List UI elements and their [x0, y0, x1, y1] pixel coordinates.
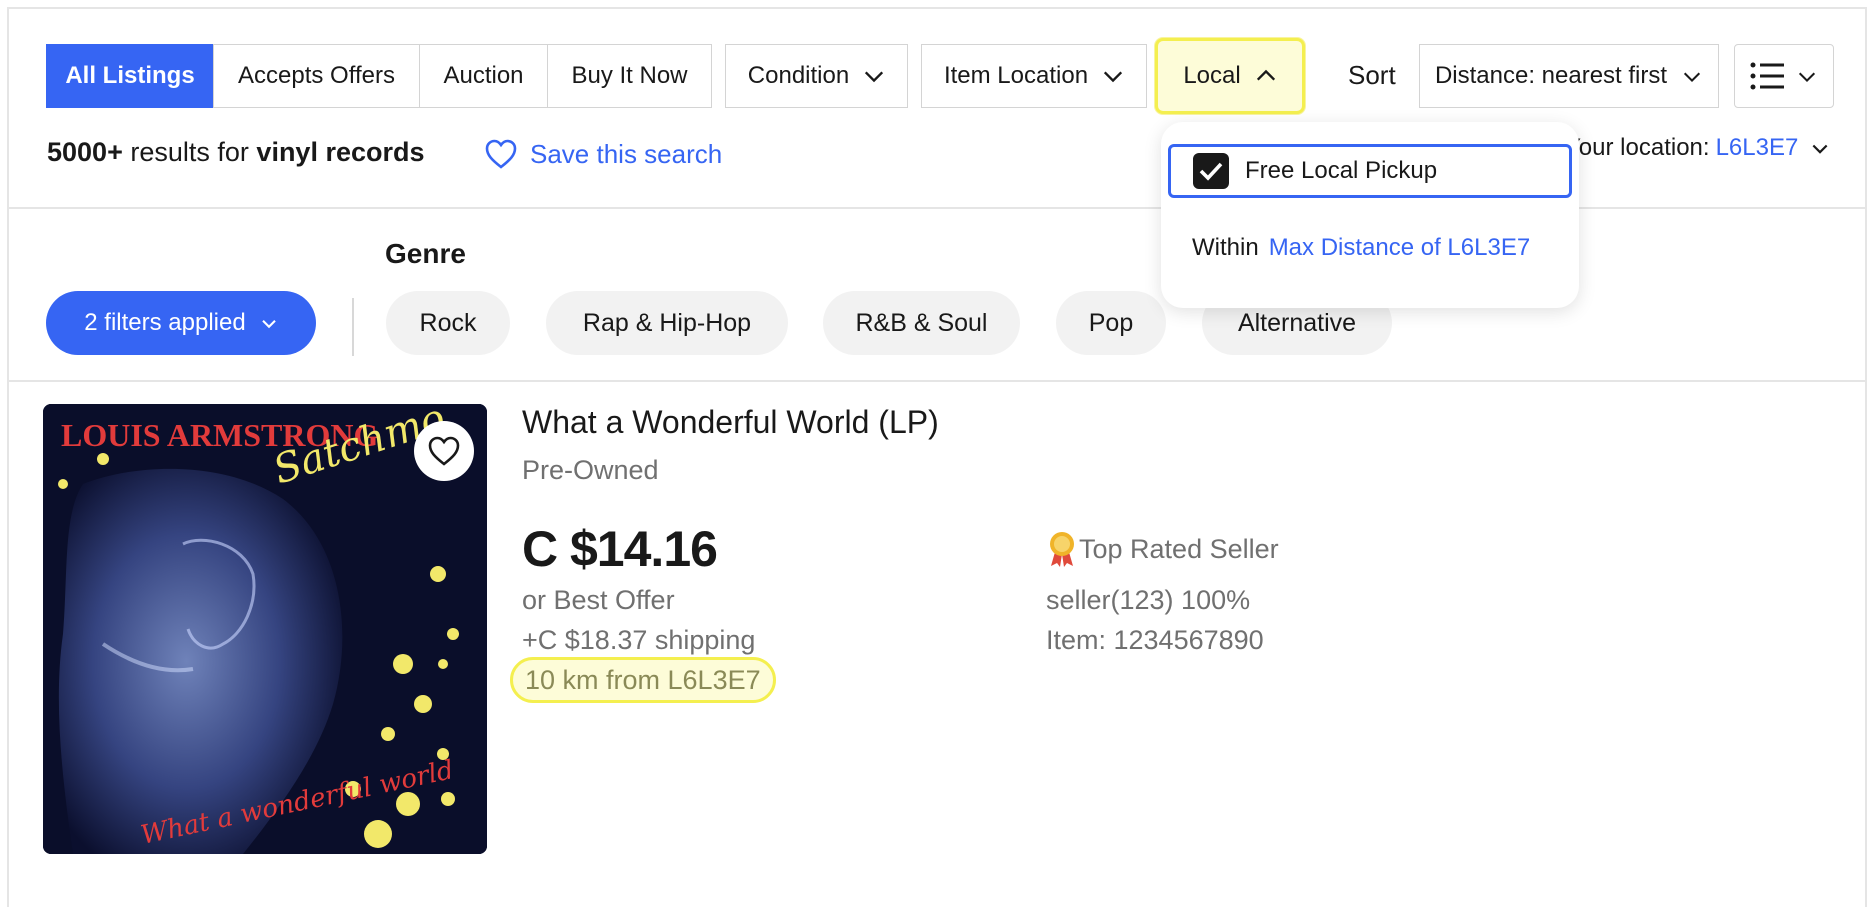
tab-label: All Listings	[65, 62, 195, 89]
your-location-code[interactable]: L6L3E7	[1716, 134, 1799, 162]
listing-title[interactable]: What a Wonderful World (LP)	[522, 404, 939, 441]
local-dropdown-panel: Free Local Pickup Within Max Distance of…	[1161, 122, 1579, 308]
list-view-icon	[1750, 62, 1784, 90]
chip-label: Alternative	[1237, 308, 1357, 337]
divider	[352, 298, 354, 356]
listing-price: C $14.16	[522, 521, 718, 577]
tab-accepts-offers[interactable]: Accepts Offers	[213, 44, 420, 108]
genre-chip-rap-hip-hop[interactable]: Rap & Hip-Hop	[546, 291, 788, 355]
within-label: Within	[1192, 234, 1259, 261]
results-summary: 5000+ results for vinyl records	[47, 137, 425, 168]
local-dropdown[interactable]: Local	[1155, 38, 1305, 114]
tab-auction[interactable]: Auction	[419, 44, 548, 108]
watch-button[interactable]	[414, 421, 474, 481]
your-location[interactable]: Your location: L6L3E7	[1565, 134, 1830, 162]
local-label: Local	[1183, 62, 1241, 89]
sort-value: Distance: nearest first	[1434, 62, 1668, 89]
pickup-checkbox[interactable]	[1193, 153, 1229, 189]
album-cover-image[interactable]: LOUIS ARMSTRONG Satchmo What a wonderful…	[43, 404, 487, 854]
genre-chip-pop[interactable]: Pop	[1056, 291, 1166, 355]
chip-label: Rock	[419, 308, 477, 337]
filters-applied-label: 2 filters applied	[84, 309, 246, 336]
tab-label: Accepts Offers	[238, 62, 395, 89]
filters-applied-button[interactable]: 2 filters applied	[46, 291, 316, 355]
condition-label: Condition	[747, 62, 850, 89]
results-query: vinyl records	[256, 137, 425, 167]
results-connector: results for	[130, 137, 249, 167]
top-rated-badge-icon	[1050, 532, 1074, 567]
chevron-down-icon	[1812, 144, 1828, 154]
sort-dropdown[interactable]: Distance: nearest first	[1419, 44, 1719, 108]
genre-chip-rock[interactable]: Rock	[386, 291, 510, 355]
max-distance-link[interactable]: Max Distance of L6L3E7	[1269, 234, 1530, 262]
tab-label: Auction	[443, 62, 524, 89]
listing-condition: Pre-Owned	[522, 455, 659, 485]
genre-chip-rnb-soul[interactable]: R&B & Soul	[823, 291, 1020, 355]
item-location-label: Item Location	[943, 62, 1089, 89]
best-offer-text: or Best Offer	[522, 585, 675, 615]
view-toggle-dropdown[interactable]	[1734, 44, 1834, 108]
item-location-dropdown[interactable]: Item Location	[921, 44, 1147, 108]
top-rated-seller: Top Rated Seller	[1045, 530, 1279, 568]
chevron-up-icon	[1256, 69, 1275, 81]
pickup-label: Free Local Pickup	[1245, 157, 1438, 184]
heart-icon	[428, 436, 460, 466]
checkmark-icon	[1199, 162, 1223, 181]
shipping-cost: +C $18.37 shipping	[522, 625, 756, 655]
heart-icon	[485, 139, 517, 169]
album-art: LOUIS ARMSTRONG Satchmo What a wonderful…	[43, 404, 487, 854]
divider	[9, 207, 1867, 209]
chevron-down-icon	[865, 71, 884, 83]
genre-heading: Genre	[385, 238, 466, 269]
tab-all-listings[interactable]: All Listings	[46, 44, 214, 108]
seller-info: seller(123) 100%	[1046, 585, 1251, 615]
save-search-label: Save this search	[530, 138, 723, 169]
chevron-down-icon	[261, 320, 276, 329]
distance-badge: 10 km from L6L3E7	[510, 657, 776, 703]
your-location-label: Your location:	[1565, 134, 1710, 161]
tab-label: Buy It Now	[571, 62, 688, 89]
distance-text: 10 km from L6L3E7	[525, 664, 761, 695]
chevron-down-icon	[1798, 72, 1816, 83]
save-search-link[interactable]: Save this search	[484, 138, 722, 170]
item-number: Item: 1234567890	[1046, 625, 1264, 655]
sort-label: Sort	[1348, 60, 1396, 90]
divider	[9, 380, 1867, 382]
chip-label: Pop	[1088, 308, 1134, 337]
tab-buy-it-now[interactable]: Buy It Now	[547, 44, 712, 108]
chip-label: Rap & Hip-Hop	[582, 308, 752, 337]
chevron-down-icon	[1103, 71, 1123, 83]
free-local-pickup-option[interactable]: Free Local Pickup	[1168, 144, 1572, 198]
top-rated-label: Top Rated Seller	[1079, 533, 1279, 564]
within-distance-row: Within Max Distance of L6L3E7	[1192, 234, 1530, 262]
chip-label: R&B & Soul	[855, 308, 988, 337]
condition-dropdown[interactable]: Condition	[725, 44, 908, 108]
results-count: 5000+	[47, 137, 123, 167]
chevron-down-icon	[1684, 72, 1701, 83]
